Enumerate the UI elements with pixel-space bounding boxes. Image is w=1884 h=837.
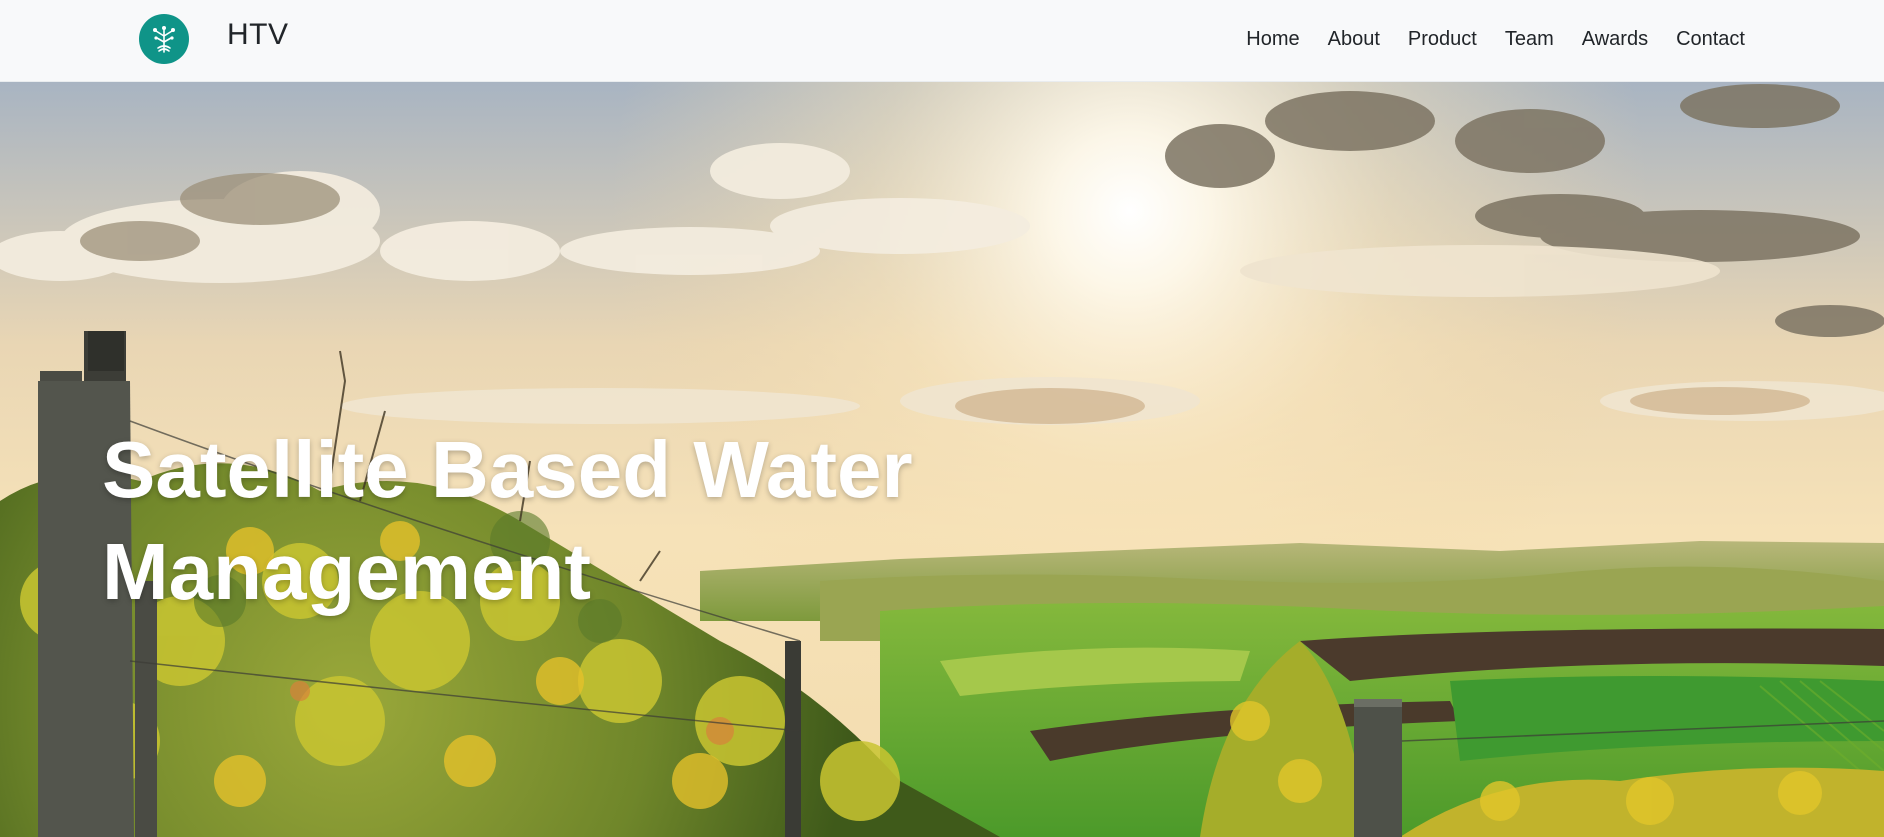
hero-title: Satellite Based Water Management	[102, 419, 1002, 623]
nav-menu: Home About Product Team Awards Contact	[1246, 28, 1745, 51]
tree-circuit-logo-icon	[153, 26, 175, 53]
nav-link-about[interactable]: About	[1328, 28, 1380, 50]
hero-title-line-2: Management	[102, 527, 591, 616]
nav-link-home[interactable]: Home	[1246, 28, 1299, 50]
nav-link-awards[interactable]: Awards	[1582, 28, 1648, 50]
hero-title-line-1: Satellite Based Water	[102, 425, 913, 514]
hero-section: Satellite Based Water Management	[0, 81, 1884, 837]
top-navbar: HTV Home About Product Team Awards Conta…	[0, 0, 1884, 82]
brand-name[interactable]: HTV	[227, 18, 289, 52]
nav-link-product[interactable]: Product	[1408, 28, 1477, 50]
nav-link-contact[interactable]: Contact	[1676, 28, 1745, 50]
brand-logo-icon[interactable]	[139, 14, 189, 64]
nav-link-team[interactable]: Team	[1505, 28, 1554, 50]
